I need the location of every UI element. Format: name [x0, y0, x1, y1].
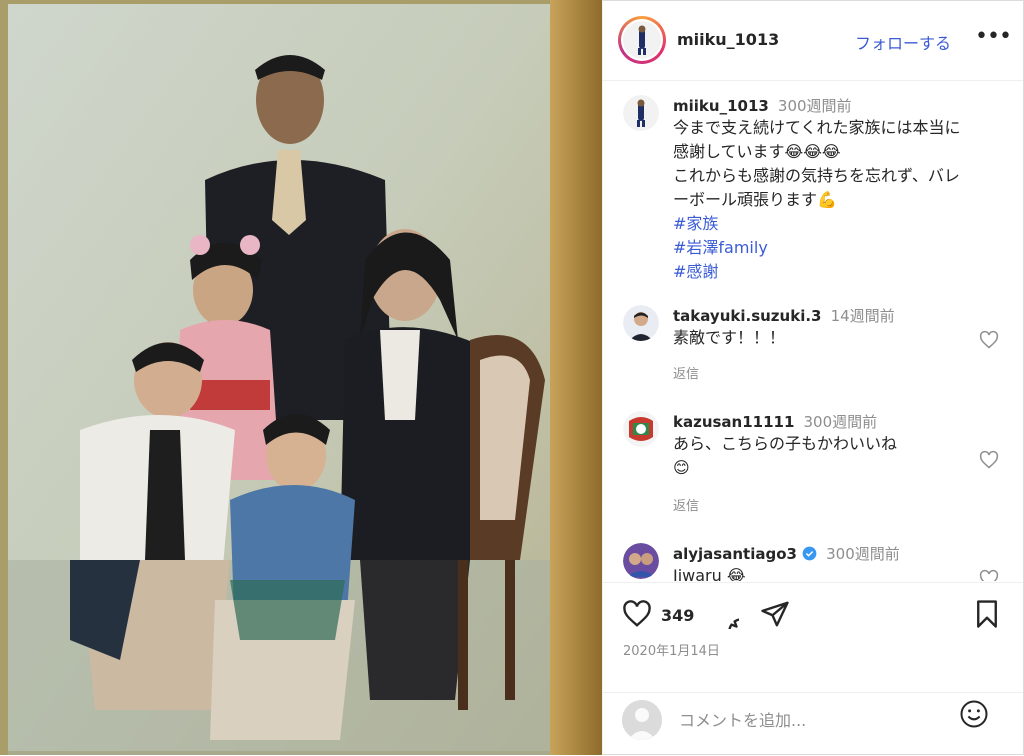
commenter-avatar-image: [623, 543, 659, 579]
commenter-avatar-image: [623, 305, 659, 341]
verified-badge-icon: [802, 546, 817, 561]
comment-composer: [603, 692, 1023, 756]
author-avatar-image: [623, 21, 661, 59]
caption-username[interactable]: miiku_1013: [673, 97, 769, 115]
commenter-username[interactable]: takayuki.suzuki.3: [673, 307, 821, 325]
comment-like-icon[interactable]: [979, 569, 999, 581]
caption-line: 感謝しています😂😂😂: [673, 142, 841, 161]
commenter-avatar-image: [623, 411, 659, 447]
caption-avatar[interactable]: [623, 95, 659, 131]
post-header: miiku_1013 フォローする •••: [603, 0, 1023, 81]
caption-line: これからも感謝の気持ちを忘れず、バレ: [673, 166, 960, 185]
like-count[interactable]: 349: [661, 606, 694, 625]
commenter-username[interactable]: kazusan11111: [673, 413, 794, 431]
author-avatar[interactable]: [618, 16, 666, 64]
commenter-avatar[interactable]: [623, 305, 659, 341]
comment-text: 😊: [673, 458, 690, 477]
commenter-avatar[interactable]: [623, 411, 659, 447]
comment-text: 素敵です！！！: [673, 328, 786, 347]
comments-scroll-area[interactable]: miiku_1013 300週間前 今まで支え続けてくれた家族には本当に 感謝し…: [603, 81, 1023, 581]
current-user-avatar: [622, 700, 662, 740]
hashtag-link[interactable]: #感謝: [673, 260, 1013, 284]
post-actions: 349 2020年1月14日: [603, 582, 1023, 693]
hashtag-link[interactable]: #家族: [673, 212, 1013, 236]
comment-input[interactable]: [677, 705, 951, 735]
comment-time[interactable]: 14週間前: [831, 307, 895, 325]
post-photo[interactable]: [0, 0, 602, 755]
more-options-icon[interactable]: •••: [975, 24, 1012, 49]
hashtag-link[interactable]: #岩澤family: [673, 236, 1013, 260]
emoji-icon[interactable]: [959, 699, 989, 729]
bookmark-icon[interactable]: [974, 599, 1000, 629]
family-photo-image: [0, 0, 602, 755]
reply-button[interactable]: 返信: [673, 495, 699, 514]
post-side-panel: miiku_1013 フォローする ••• miiku_1013 300週間前: [602, 0, 1023, 755]
caption-avatar-image: [623, 95, 659, 131]
default-avatar-icon: [622, 700, 662, 740]
comment-time[interactable]: 300週間前: [826, 545, 900, 563]
comment-text: Jiwaru 😂: [673, 566, 746, 581]
post-date[interactable]: 2020年1月14日: [623, 640, 720, 659]
author-username[interactable]: miiku_1013: [677, 30, 779, 49]
comment-text: あら、こちらの子もかわいいね: [673, 434, 898, 453]
share-icon[interactable]: [760, 599, 790, 629]
comment-like-icon[interactable]: [979, 330, 999, 350]
comment-icon[interactable]: [709, 599, 739, 629]
commenter-username[interactable]: alyjasantiago3: [673, 545, 797, 563]
follow-button[interactable]: フォローする: [855, 30, 951, 54]
caption-line: ーボール頑張ります💪: [673, 190, 837, 209]
heart-icon[interactable]: [622, 599, 652, 629]
commenter-avatar[interactable]: [623, 543, 659, 579]
comment-like-icon[interactable]: [979, 450, 999, 470]
caption-time[interactable]: 300週間前: [778, 97, 852, 115]
caption-line: 今まで支え続けてくれた家族には本当に: [673, 118, 961, 137]
reply-button[interactable]: 返信: [673, 363, 699, 382]
comment-time[interactable]: 300週間前: [804, 413, 878, 431]
